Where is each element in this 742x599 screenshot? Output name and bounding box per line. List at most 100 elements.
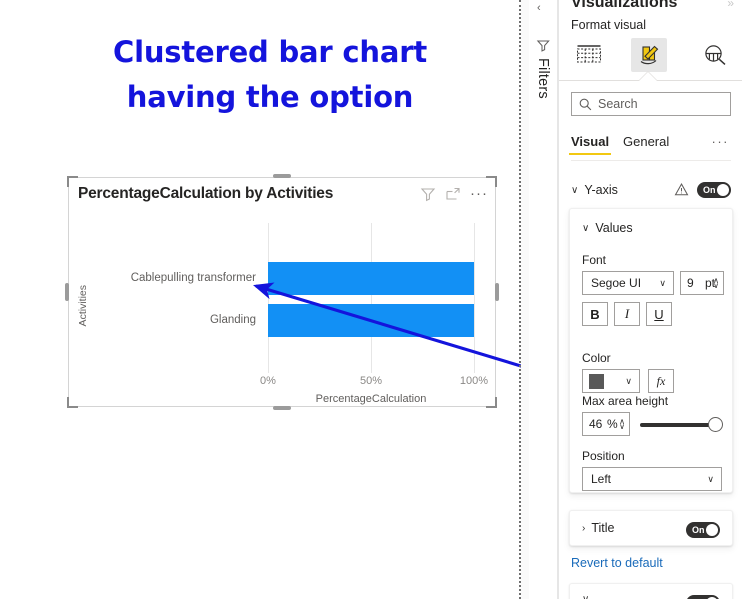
y-axis-category-labels: Cablepulling transformer Glanding <box>90 257 262 341</box>
annotation-heading: Clustered bar chart having the option <box>60 30 480 120</box>
italic-button[interactable]: I <box>614 302 640 326</box>
focus-mode-icon[interactable] <box>445 186 461 202</box>
x-axis-tick-label: 50% <box>359 375 383 387</box>
chart-plot-area: Activities Cablepulling transformer Glan… <box>68 207 496 407</box>
toggle-knob <box>706 524 718 536</box>
subsection-title-values: Values <box>595 221 633 235</box>
underline-button[interactable]: U <box>646 302 672 326</box>
label-font: Font <box>582 253 607 267</box>
tabs-overflow-icon[interactable]: ··· <box>712 134 730 149</box>
annotation-heading-line-2: having the option <box>126 79 414 114</box>
chevron-down-icon: ∨ <box>625 375 632 386</box>
y-axis-title: Activities <box>77 285 89 327</box>
format-visual-button[interactable] <box>631 38 667 72</box>
selection-handle-top[interactable] <box>273 174 291 178</box>
toggle-title[interactable]: On <box>686 522 720 538</box>
bar-glanding[interactable] <box>268 303 474 337</box>
search-icon <box>579 98 592 110</box>
max-area-height-slider[interactable] <box>640 417 723 432</box>
toggle-label: On <box>703 185 716 195</box>
chevron-double-right-icon[interactable]: » <box>727 0 734 10</box>
x-axis-ticks: 0% 50% 100% <box>260 375 488 389</box>
chevron-right-icon[interactable]: ∨ <box>582 594 589 599</box>
section-header-y-axis[interactable]: ∨ Y-axis On <box>571 179 731 201</box>
tab-general[interactable]: General <box>623 134 669 149</box>
tab-visual[interactable]: Visual <box>568 134 612 155</box>
bar-row[interactable] <box>268 299 474 341</box>
chevron-right-icon[interactable]: › <box>582 523 585 534</box>
font-size-value: 9 <box>687 276 694 290</box>
max-area-height-stepper[interactable]: 46 % ∧ ∨ <box>582 412 630 436</box>
visual-title: PercentageCalculation by Activities <box>78 185 334 202</box>
visualizations-pane: Visualizations » Format visual Search Vi… <box>558 0 742 599</box>
chevron-left-icon[interactable]: ‹ <box>537 2 541 14</box>
color-swatch <box>589 373 604 389</box>
label-max-area-height: Max area height <box>582 394 669 408</box>
font-style-buttons: B I U <box>582 302 672 326</box>
chevron-down-icon[interactable]: ∨ <box>571 185 578 196</box>
chart-bars <box>268 257 474 341</box>
filter-icon[interactable] <box>420 186 436 202</box>
x-axis-title: PercentageCalculation <box>315 393 427 405</box>
bar-row[interactable] <box>268 257 474 299</box>
search-placeholder: Search <box>598 97 638 111</box>
chevron-down-icon: ∨ <box>707 473 714 484</box>
font-family-dropdown[interactable]: Segoe UI ∨ <box>582 271 674 295</box>
search-input[interactable]: Search <box>571 92 731 116</box>
annotation-heading-line-1: Clustered bar chart <box>113 35 427 69</box>
label-color: Color <box>582 351 611 365</box>
font-family-value: Segoe UI <box>591 276 642 290</box>
revert-to-default-link[interactable]: Revert to default <box>571 556 663 570</box>
card-values: ∨ Values Font Segoe UI ∨ 9 pt ∧ ∨ B I U C… <box>569 208 733 493</box>
toggle-knob <box>717 184 729 196</box>
build-visual-button[interactable] <box>571 38 607 72</box>
bold-button[interactable]: B <box>582 302 608 326</box>
more-options-icon[interactable]: ··· <box>470 186 488 201</box>
subsection-header-values[interactable]: ∨ Values <box>582 221 633 235</box>
format-visual-label: Format visual <box>571 18 647 32</box>
conditional-formatting-button[interactable]: fx <box>648 369 674 393</box>
font-size-stepper[interactable]: 9 pt ∧ ∨ <box>680 271 724 295</box>
max-area-height-unit: % <box>607 417 618 431</box>
visual-header-icons: ··· <box>420 186 488 202</box>
visualizations-pane-title: Visualizations <box>571 0 678 11</box>
x-axis-tick-label: 0% <box>260 375 276 387</box>
analytics-icon <box>705 45 726 65</box>
tabs-divider <box>571 160 731 161</box>
y-axis-label: Glanding <box>209 314 256 326</box>
chevron-down-icon[interactable]: ∨ <box>582 223 589 234</box>
build-visual-icon <box>577 45 601 63</box>
chevron-down-icon: ∨ <box>659 277 666 288</box>
color-picker-dropdown[interactable]: ∨ <box>582 369 640 393</box>
power-bi-report-screen: Clustered bar chart having the option Pe… <box>0 0 742 599</box>
toggle-label: On <box>692 525 705 535</box>
max-area-height-value: 46 <box>589 417 603 431</box>
label-position: Position <box>582 449 625 463</box>
spinner-icon[interactable]: ∧ ∨ <box>619 418 625 431</box>
warning-icon[interactable] <box>674 182 689 197</box>
analytics-button[interactable] <box>697 38 733 72</box>
filter-icon <box>536 40 550 52</box>
toggle-y-axis[interactable]: On <box>697 182 731 198</box>
x-axis-tick-label: 100% <box>459 375 489 387</box>
subsection-title-title: Title <box>591 521 615 535</box>
canvas-scroll-gutter[interactable] <box>521 0 529 599</box>
spinner-icon[interactable]: ∧ ∨ <box>713 277 719 290</box>
position-dropdown[interactable]: Left ∨ <box>582 467 722 491</box>
card-x-axis-partial[interactable]: ∨ <box>569 583 733 599</box>
slider-handle[interactable] <box>708 417 723 432</box>
filters-pane-label[interactable]: Filters <box>535 58 551 99</box>
selection-handle-top-left[interactable] <box>67 176 78 187</box>
card-title[interactable]: › Title On <box>569 510 733 546</box>
subsection-header-title[interactable]: › Title <box>582 521 615 535</box>
selected-tab-caret <box>639 72 657 81</box>
format-visual-icon <box>640 45 659 65</box>
format-pane-tabs: Visual General ··· <box>568 132 731 158</box>
y-axis-label: Cablepulling transformer <box>130 272 256 284</box>
slider-track <box>640 423 718 427</box>
bar-cablepulling-transformer[interactable] <box>268 261 474 295</box>
position-value: Left <box>591 472 612 486</box>
chart-visual-container[interactable]: PercentageCalculation by Activities ··· … <box>65 174 499 410</box>
toggle-x-axis[interactable] <box>686 595 720 599</box>
filters-pane-collapsed[interactable]: ‹ Filters <box>529 0 558 599</box>
